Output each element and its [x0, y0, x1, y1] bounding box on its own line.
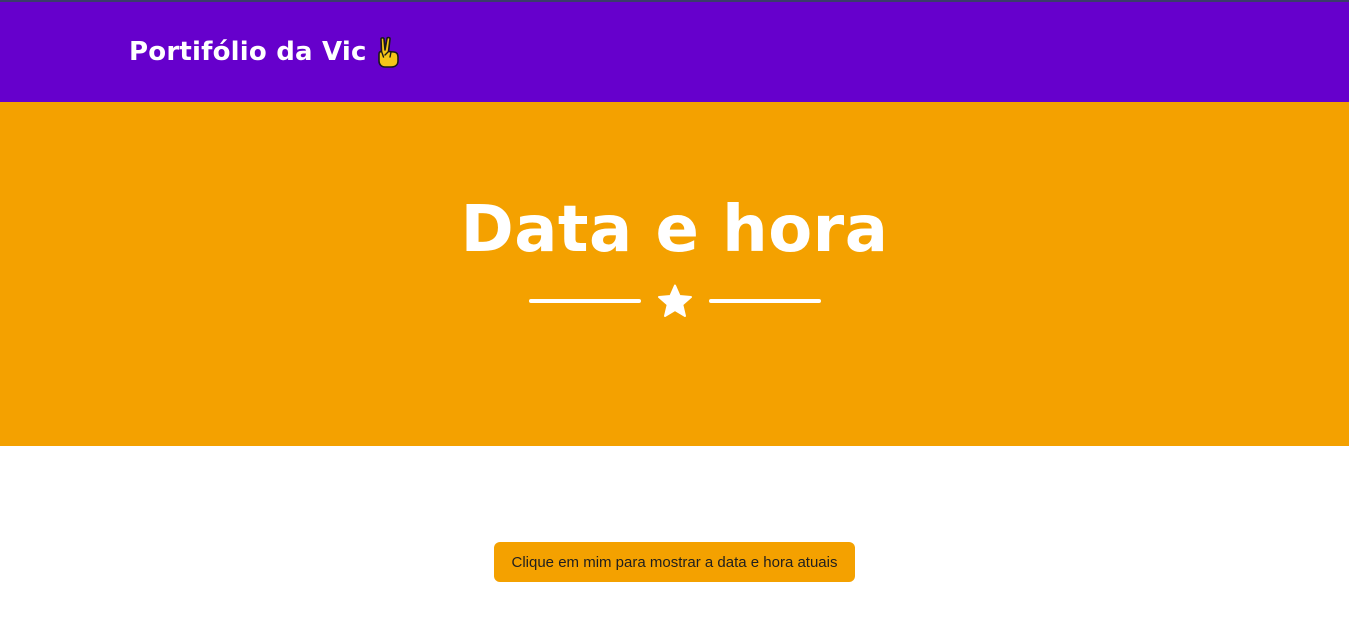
star-divider: [529, 282, 821, 322]
page-title: Data e hora: [460, 193, 889, 267]
masthead: Data e hora: [0, 102, 1349, 446]
show-datetime-button[interactable]: Clique em mim para mostrar a data e hora…: [494, 542, 855, 582]
divider-line-left: [529, 299, 641, 303]
navbar: Portifólio da Vic: [0, 0, 1349, 102]
divider-line-right: [709, 299, 821, 303]
star-icon: [658, 284, 692, 317]
brand-link[interactable]: Portifólio da Vic: [129, 36, 401, 68]
victory-hand-icon: [377, 36, 399, 68]
brand-text: Portifólio da Vic: [129, 37, 367, 67]
